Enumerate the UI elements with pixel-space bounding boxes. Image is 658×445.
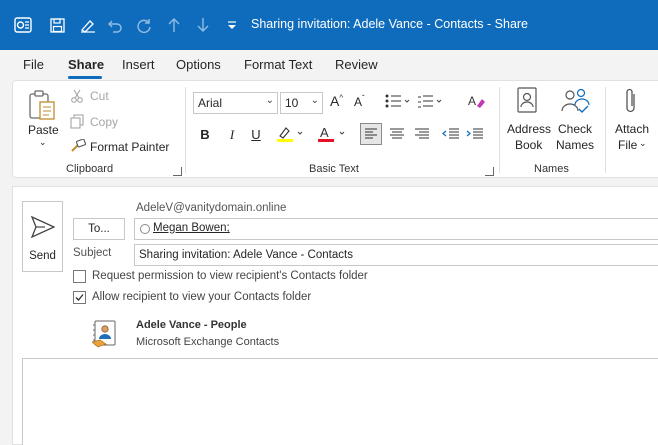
bullets-icon[interactable] [385,94,411,111]
check-names-icon[interactable] [561,87,591,118]
undo-icon[interactable] [104,14,126,36]
attachment-title[interactable]: Adele Vance - People [136,319,247,331]
tab-file[interactable]: File [23,57,44,72]
customize-toolbar-icon[interactable] [221,14,243,36]
subject-field[interactable]: Sharing invitation: Adele Vance - Contac… [134,244,658,266]
basic-text-group-label: Basic Text [309,163,359,175]
recipient-chip[interactable]: Megan Bowen; [153,222,230,234]
decrease-indent-icon[interactable] [441,124,461,147]
underline-button[interactable]: U [247,127,265,142]
align-left-button[interactable] [360,123,382,145]
tab-share[interactable]: Share [68,57,104,72]
check-names-button[interactable]: Check [558,122,592,136]
names-group-label: Names [534,163,569,175]
redo-icon[interactable] [133,14,155,36]
from-address: AdeleV@vanitydomain.online [136,202,287,214]
clipboard-launcher-icon[interactable] [173,167,182,176]
increase-indent-icon[interactable] [465,124,485,147]
cut-button[interactable]: Cut [90,89,109,103]
attach-file-label-line2: File [618,138,638,152]
numbering-icon[interactable] [417,94,443,111]
outlook-icon[interactable] [12,14,34,36]
paste-dropdown-icon[interactable]: ⌄ [39,137,47,148]
divider [499,87,500,173]
basic-text-launcher-icon[interactable] [485,167,494,176]
message-body[interactable] [22,358,658,445]
send-label: Send [29,250,56,262]
tab-insert[interactable]: Insert [122,57,155,72]
checkmark-icon [75,294,84,301]
tab-options[interactable]: Options [176,57,221,72]
send-icon [30,215,56,241]
bold-button[interactable]: B [196,127,214,142]
chevron-down-icon: ⌄ [310,95,319,106]
font-size-select[interactable]: 10 ⌄ [280,92,323,114]
font-size-value: 10 [285,96,299,110]
signature-icon[interactable] [77,14,99,36]
attachment-subtitle: Microsoft Exchange Contacts [136,336,280,348]
clipboard-group-label: Clipboard [66,163,114,175]
align-right-icon[interactable] [412,124,432,147]
shared-contacts-icon[interactable] [91,320,118,351]
active-tab-indicator [68,76,102,79]
subject-label: Subject [73,247,112,259]
cut-icon[interactable] [70,89,84,106]
address-book-label-line2: Book [515,138,543,152]
down-icon[interactable] [192,14,214,36]
up-icon[interactable] [163,14,185,36]
italic-button[interactable]: I [223,127,241,143]
save-icon[interactable] [46,14,68,36]
to-button[interactable]: To... [73,218,125,240]
address-book-button[interactable]: Address [507,122,551,136]
request-permission-checkbox[interactable] [73,270,86,283]
font-color-icon[interactable]: A [317,125,349,146]
attach-dropdown-icon[interactable]: ⌄ [639,138,647,149]
copy-button[interactable]: Copy [90,115,118,129]
request-permission-label: Request permission to view recipient's C… [92,270,368,282]
align-center-icon[interactable] [387,124,407,147]
check-names-label-line2: Names [556,138,595,152]
address-book-icon[interactable] [516,87,538,116]
to-field[interactable]: Megan Bowen; [134,218,658,240]
divider [185,87,186,173]
ribbon: Paste ⌄ Cut Copy Format Painter Clipboar… [12,80,658,178]
copy-icon[interactable] [70,114,84,132]
paste-icon[interactable] [27,89,59,121]
title-bar: Sharing invitation: Adele Vance - Contac… [0,0,658,50]
presence-icon [140,224,150,234]
highlight-icon[interactable] [277,125,307,146]
paperclip-icon[interactable] [624,86,638,119]
shrink-font-icon[interactable]: Aˇ [354,94,365,109]
divider [605,87,606,173]
paste-button[interactable]: Paste [28,123,59,137]
svg-text:A: A [320,125,329,140]
svg-text:A: A [468,94,476,108]
window-title: Sharing invitation: Adele Vance - Contac… [251,17,529,31]
tab-review[interactable]: Review [335,57,378,72]
allow-view-checkbox[interactable] [73,291,86,304]
send-button[interactable]: Send [22,201,63,272]
allow-view-label: Allow recipient to view your Contacts fo… [92,291,312,303]
clear-formatting-icon[interactable]: A [468,93,486,112]
attach-file-button[interactable]: Attach [615,122,649,136]
tab-format-text[interactable]: Format Text [244,57,312,72]
font-family-value: Arial [198,96,223,110]
format-painter-button[interactable]: Format Painter [90,140,169,154]
format-painter-icon[interactable] [70,138,87,156]
font-family-select[interactable]: Arial ⌄ [193,92,278,114]
grow-font-icon[interactable]: A^ [330,93,343,109]
chevron-down-icon: ⌄ [265,95,274,106]
